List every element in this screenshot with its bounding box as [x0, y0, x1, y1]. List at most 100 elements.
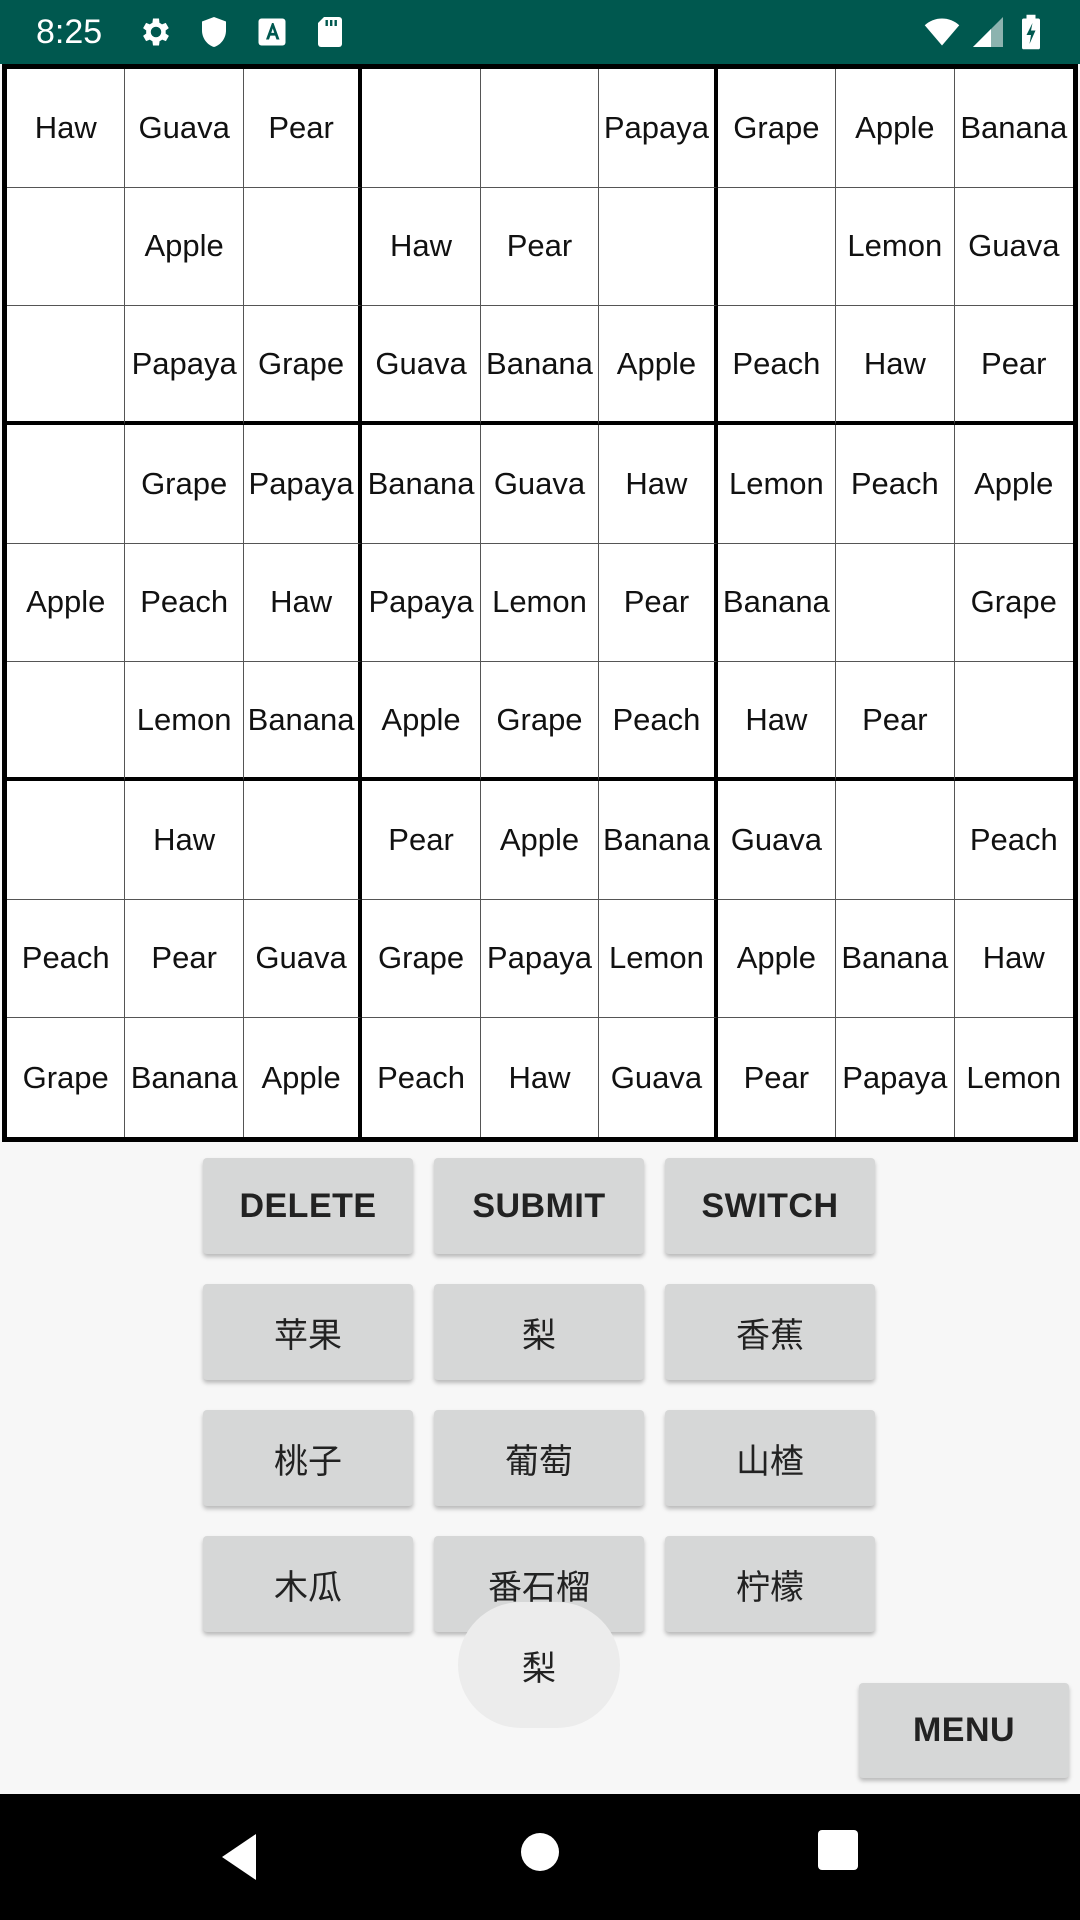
board-cell[interactable]: Haw [836, 306, 955, 425]
board-cell[interactable] [7, 187, 126, 307]
board-cell[interactable] [7, 306, 126, 425]
board-cell[interactable]: Grape [954, 544, 1073, 663]
board-cell[interactable]: Pear [599, 543, 718, 663]
board-cell[interactable]: Peach [7, 899, 126, 1019]
board-cell[interactable]: Apple [125, 187, 244, 307]
board-cell[interactable] [836, 781, 955, 900]
board-cell[interactable]: Haw [954, 900, 1073, 1019]
board-cell[interactable]: Pear [125, 899, 244, 1019]
board-cell[interactable]: Lemon [125, 662, 244, 781]
board-cell[interactable]: Banana [836, 899, 955, 1019]
switch-button[interactable]: SWITCH [665, 1158, 875, 1254]
home-icon[interactable] [518, 1830, 562, 1874]
board-cell[interactable]: Apple [599, 306, 718, 425]
board-cell[interactable]: Papaya [480, 899, 600, 1019]
board-cell[interactable] [362, 69, 481, 188]
board-cell[interactable]: Grape [717, 69, 837, 188]
board-cell[interactable]: Lemon [480, 543, 600, 663]
board-cell[interactable]: Apple [480, 781, 600, 900]
board-cell[interactable]: Haw [362, 187, 481, 307]
board-cell[interactable]: Lemon [717, 425, 837, 544]
board-cell[interactable]: Apple [836, 69, 955, 188]
board-cell[interactable]: Pear [480, 187, 600, 307]
fruit-key-grape[interactable]: 葡萄 [434, 1410, 644, 1506]
recents-icon[interactable] [817, 1829, 859, 1871]
board-cell[interactable]: Guava [480, 425, 600, 544]
board-cell[interactable] [7, 781, 126, 900]
board-cell[interactable] [243, 781, 363, 900]
board-cell[interactable]: Papaya [599, 69, 718, 188]
back-icon[interactable] [214, 1830, 264, 1884]
gear-icon [143, 18, 169, 46]
board-cell[interactable]: Guava [954, 188, 1073, 307]
board-cell[interactable]: Banana [717, 543, 837, 663]
board-cell[interactable] [954, 662, 1073, 781]
board-cell[interactable]: Lemon [955, 1018, 1073, 1137]
fruit-key-banana[interactable]: 香蕉 [665, 1284, 875, 1380]
board-cell[interactable]: Peach [717, 306, 837, 425]
board-cell[interactable]: Apple [954, 425, 1073, 544]
board-cell[interactable]: Guava [125, 69, 244, 188]
board-cell[interactable]: Peach [362, 1018, 481, 1137]
board-cell[interactable]: Peach [954, 781, 1073, 900]
board-cell[interactable]: Banana [362, 425, 481, 544]
fruit-key-peach[interactable]: 桃子 [203, 1410, 413, 1506]
board-cell[interactable]: Haw [7, 69, 126, 188]
board-cell[interactable]: Guava [717, 781, 837, 900]
sudoku-board: Haw Guava Pear Papaya Grape Apple Banana Apple H… [2, 64, 1078, 1142]
board-cell[interactable]: Apple [362, 662, 481, 781]
sd-card-icon [318, 17, 342, 47]
board-cell[interactable]: Pear [243, 69, 363, 188]
board-cell[interactable]: Pear [836, 662, 955, 781]
board-cell[interactable]: Peach [599, 662, 718, 781]
board-cell[interactable]: Grape [7, 1018, 126, 1137]
board-cell[interactable]: Grape [243, 306, 363, 425]
fruit-key-apple[interactable]: 苹果 [203, 1284, 413, 1380]
board-cell[interactable] [7, 425, 126, 544]
board-cell[interactable]: Haw [599, 425, 718, 544]
board-cell[interactable]: Haw [717, 662, 837, 781]
board-cell[interactable]: Haw [481, 1018, 600, 1137]
board-cell[interactable]: Grape [125, 425, 244, 544]
board-cell[interactable]: Lemon [599, 899, 718, 1019]
board-cell[interactable] [599, 187, 718, 307]
board-cell[interactable]: Banana [125, 1018, 244, 1137]
board-cell[interactable]: Haw [125, 781, 244, 900]
board-cell[interactable]: Pear [718, 1018, 837, 1137]
board-cell[interactable]: Papaya [125, 306, 244, 425]
board-cell[interactable] [836, 543, 955, 663]
board-cell[interactable]: Papaya [836, 1018, 955, 1137]
board-cell[interactable] [480, 69, 600, 188]
board-cell[interactable]: Peach [836, 425, 955, 544]
menu-button[interactable]: MENU [859, 1683, 1069, 1778]
board-cell[interactable]: Banana [480, 306, 600, 425]
board-cell[interactable]: Banana [599, 781, 718, 900]
floating-hint: 梨 [458, 1602, 620, 1728]
board-cell[interactable]: Peach [125, 543, 244, 663]
board-cell[interactable]: Haw [243, 543, 363, 663]
board-cell[interactable] [7, 662, 126, 781]
board-cell[interactable]: Apple [244, 1018, 363, 1137]
board-cell[interactable]: Apple [7, 543, 126, 663]
fruit-key-haw[interactable]: 山楂 [665, 1410, 875, 1506]
board-cell[interactable]: Guava [599, 1018, 718, 1137]
board-cell[interactable]: Guava [243, 899, 363, 1019]
fruit-key-lemon[interactable]: 柠檬 [665, 1536, 875, 1632]
board-cell[interactable]: Grape [362, 899, 481, 1019]
board-cell[interactable]: Pear [362, 781, 481, 900]
fruit-key-papaya[interactable]: 木瓜 [203, 1536, 413, 1632]
board-cell[interactable]: Grape [480, 662, 600, 781]
submit-button[interactable]: SUBMIT [434, 1158, 644, 1254]
board-cell[interactable]: Banana [954, 69, 1073, 188]
board-cell[interactable] [243, 187, 363, 307]
board-cell[interactable]: Papaya [243, 425, 363, 544]
board-cell[interactable]: Banana [243, 662, 363, 781]
board-cell[interactable]: Lemon [836, 187, 955, 307]
fruit-key-pear[interactable]: 梨 [434, 1284, 644, 1380]
board-cell[interactable]: Guava [362, 306, 481, 425]
board-cell[interactable]: Pear [954, 306, 1073, 425]
delete-button[interactable]: DELETE [203, 1158, 413, 1254]
board-cell[interactable]: Papaya [362, 543, 481, 663]
board-cell[interactable]: Apple [717, 899, 837, 1019]
board-cell[interactable] [717, 187, 837, 307]
